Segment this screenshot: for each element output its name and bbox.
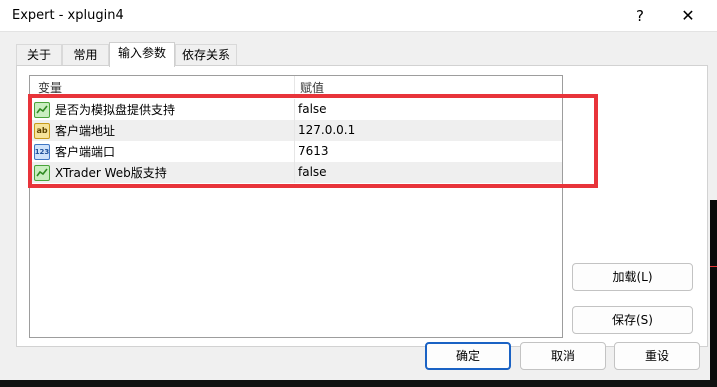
integer-icon: 123 xyxy=(34,143,50,160)
table-row[interactable]: 是否为模拟盘提供支持 false xyxy=(30,99,562,120)
row-value[interactable]: false xyxy=(298,165,327,179)
row-separator xyxy=(294,162,295,183)
row-name-cell: 123 客户端端口 xyxy=(34,143,115,160)
boolean-icon xyxy=(34,101,50,118)
row-name: 客户端端口 xyxy=(55,145,116,159)
tab-inputs[interactable]: 输入参数 xyxy=(109,42,175,67)
column-header-value[interactable]: 赋值 xyxy=(300,79,324,96)
cancel-button[interactable]: 取消 xyxy=(520,342,606,370)
row-value[interactable]: 7613 xyxy=(298,144,329,158)
parameters-grid: 变量 赋值 是否为模拟盘提供支持 false ab 客户端地址 127.0.0.… xyxy=(29,75,563,338)
boolean-icon xyxy=(34,164,50,181)
background-chart-edge xyxy=(710,200,717,387)
inputs-panel: 变量 赋值 是否为模拟盘提供支持 false ab 客户端地址 127.0.0.… xyxy=(16,65,708,347)
row-value[interactable]: 127.0.0.1 xyxy=(298,123,355,137)
table-row[interactable]: ab 客户端地址 127.0.0.1 xyxy=(30,120,562,141)
row-name: XTrader Web版支持 xyxy=(55,166,167,180)
column-separator[interactable] xyxy=(294,76,295,98)
background-chart-line xyxy=(710,266,717,267)
grid-header: 变量 赋值 xyxy=(30,76,562,98)
load-button[interactable]: 加载(L) xyxy=(572,263,693,291)
row-name-cell: ab 客户端地址 xyxy=(34,122,115,139)
tab-dependencies[interactable]: 依存关系 xyxy=(175,44,237,66)
row-value[interactable]: false xyxy=(298,102,327,116)
help-icon[interactable]: ? xyxy=(628,4,652,28)
background-chart-bottom-edge xyxy=(0,380,717,387)
save-button[interactable]: 保存(S) xyxy=(572,306,693,334)
row-name-cell: 是否为模拟盘提供支持 xyxy=(34,101,175,118)
string-icon: ab xyxy=(34,122,50,139)
row-name-cell: XTrader Web版支持 xyxy=(34,164,167,181)
row-separator xyxy=(294,141,295,162)
row-separator xyxy=(294,120,295,141)
title-bar: Expert - xplugin4 ? ✕ xyxy=(0,0,717,32)
reset-button[interactable]: 重设 xyxy=(614,342,700,370)
window-title: Expert - xplugin4 xyxy=(12,8,124,23)
close-icon[interactable]: ✕ xyxy=(676,4,700,28)
ok-button[interactable]: 确定 xyxy=(425,342,511,370)
row-separator xyxy=(294,99,295,120)
tab-about[interactable]: 关于 xyxy=(16,44,62,66)
table-row[interactable]: 123 客户端端口 7613 xyxy=(30,141,562,162)
tab-common[interactable]: 常用 xyxy=(62,44,109,66)
table-row[interactable]: XTrader Web版支持 false xyxy=(30,162,562,183)
row-name: 客户端地址 xyxy=(55,124,116,138)
column-header-variable[interactable]: 变量 xyxy=(38,79,62,96)
row-name: 是否为模拟盘提供支持 xyxy=(55,103,176,117)
